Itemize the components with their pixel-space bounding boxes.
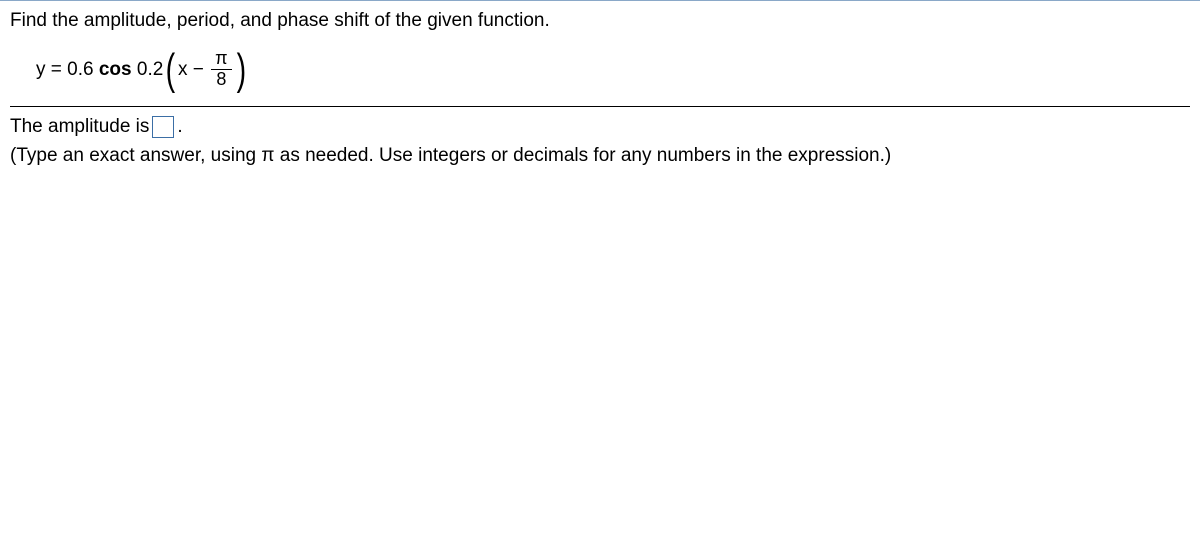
amplitude-input[interactable] <box>152 116 174 138</box>
answer-line: The amplitude is . <box>10 113 1190 142</box>
equation-func: cos <box>99 59 132 81</box>
answer-prefix: The amplitude is <box>10 113 149 142</box>
instruction-text: Find the amplitude, period, and phase sh… <box>10 9 1190 34</box>
answer-hint: (Type an exact answer, using π as needed… <box>10 143 1190 170</box>
equation-lhs: y = 0.6 <box>36 59 99 81</box>
fraction-denominator: 8 <box>212 70 230 90</box>
equation: y = 0.6 cos 0.2 ( x − π 8 ) <box>36 48 1190 92</box>
fraction-numerator: π <box>211 49 231 69</box>
inner-lead: x − <box>178 59 209 81</box>
question-content: Find the amplitude, period, and phase sh… <box>0 1 1200 170</box>
equation-inner: x − π 8 <box>178 49 234 90</box>
fraction: π 8 <box>211 49 231 90</box>
equation-coef: 0.2 <box>132 59 164 81</box>
right-paren: ) <box>236 48 246 92</box>
answer-suffix: . <box>177 113 182 142</box>
section-divider <box>10 106 1190 107</box>
left-paren: ( <box>166 48 176 92</box>
